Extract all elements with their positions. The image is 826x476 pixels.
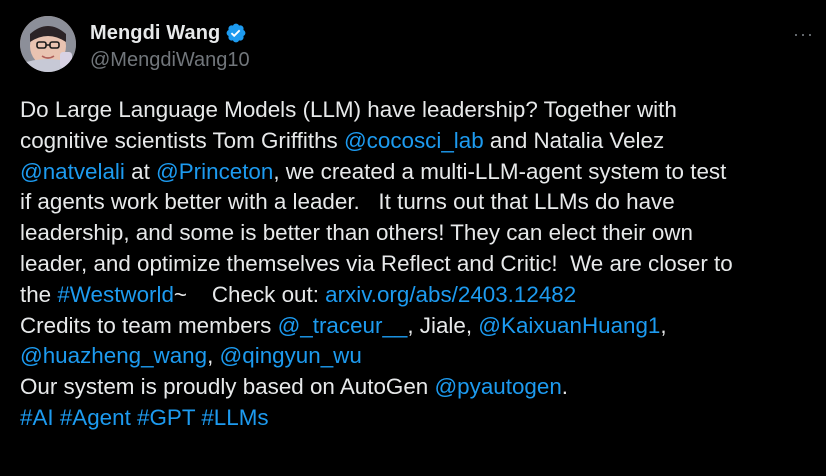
author-display-name[interactable]: Mengdi Wang (90, 22, 220, 45)
tweet-card: Mengdi Wang @MengdiWang10 ··· Do Large L… (0, 0, 826, 476)
tweet-text-segment: ~ Check out: (173, 281, 326, 307)
tweet-text-segment: cognitive scientists Tom Griffiths (20, 127, 344, 153)
more-options-icon[interactable]: ··· (793, 24, 814, 45)
mention-link[interactable]: @cocosci_lab (344, 128, 484, 153)
hashtag-link[interactable]: #Westworld (57, 282, 174, 307)
tweet-line: @huazheng_wang, @qingyun_wu (20, 341, 820, 372)
tweet-line: leadership, and some is better than othe… (20, 218, 820, 249)
hashtag-link[interactable]: #Agent (60, 405, 131, 430)
tweet-line: Our system is proudly based on AutoGen @… (20, 372, 820, 403)
mention-link[interactable]: @huazheng_wang (20, 343, 207, 368)
tweet-text-segment: leadership, and some is better than othe… (20, 220, 693, 246)
tweet-text-segment: leader, and optimize themselves via Refl… (20, 250, 733, 276)
tweet-line: @natvelali at @Princeton, we created a m… (20, 157, 820, 188)
tweet-line: #AI #Agent #GPT #LLMs (20, 403, 820, 434)
tweet-text-segment: , (207, 343, 220, 369)
tweet-text-segment: , we created a multi-LLM-agent system to… (273, 158, 727, 184)
url-link[interactable]: arxiv.org/abs/2403.12482 (325, 282, 576, 307)
tweet-line: Credits to team members @_traceur__, Jia… (20, 311, 820, 342)
avatar-photo-icon (20, 16, 76, 72)
tweet-text-segment: Do Large Language Models (LLM) have lead… (20, 97, 677, 122)
mention-link[interactable]: @_traceur__ (278, 313, 408, 338)
tweet-line: cognitive scientists Tom Griffiths @coco… (20, 126, 820, 157)
hashtag-link[interactable]: #GPT (137, 405, 195, 430)
avatar[interactable] (20, 16, 76, 72)
tweet-text: Do Large Language Models (LLM) have lead… (20, 95, 820, 434)
mention-link[interactable]: @KaixuanHuang1 (478, 313, 660, 338)
tweet-text-segment: Credits to team members (20, 312, 278, 338)
hashtag-link[interactable]: #AI (20, 405, 54, 430)
tweet-text-segment: Our system is proudly based on AutoGen (20, 374, 435, 400)
hashtag-link[interactable]: #LLMs (201, 405, 268, 430)
author-handle[interactable]: @MengdiWang10 (90, 49, 250, 72)
mention-link[interactable]: @Princeton (156, 159, 273, 184)
tweet-text-segment: if agents work better with a leader. It … (20, 189, 675, 215)
tweet-line: the #Westworld~ Check out: arxiv.org/abs… (20, 280, 820, 311)
tweet-text-segment: , Jiale, (407, 312, 479, 338)
tweet-line: leader, and optimize themselves via Refl… (20, 249, 820, 280)
tweet-line: Do Large Language Models (LLM) have lead… (20, 95, 820, 126)
mention-link[interactable]: @natvelali (20, 159, 125, 184)
author-name-row[interactable]: Mengdi Wang (90, 20, 247, 46)
verified-badge-icon[interactable] (225, 22, 247, 44)
tweet-text-segment: , (660, 312, 667, 338)
tweet-text-segment: . (561, 374, 569, 400)
tweet-text-segment: and Natalia Velez (483, 127, 665, 153)
tweet-line: if agents work better with a leader. It … (20, 187, 820, 218)
mention-link[interactable]: @pyautogen (434, 374, 561, 399)
tweet-text-segment: at (124, 158, 157, 184)
tweet-text-segment: the (20, 281, 58, 307)
mention-link[interactable]: @qingyun_wu (220, 343, 362, 368)
